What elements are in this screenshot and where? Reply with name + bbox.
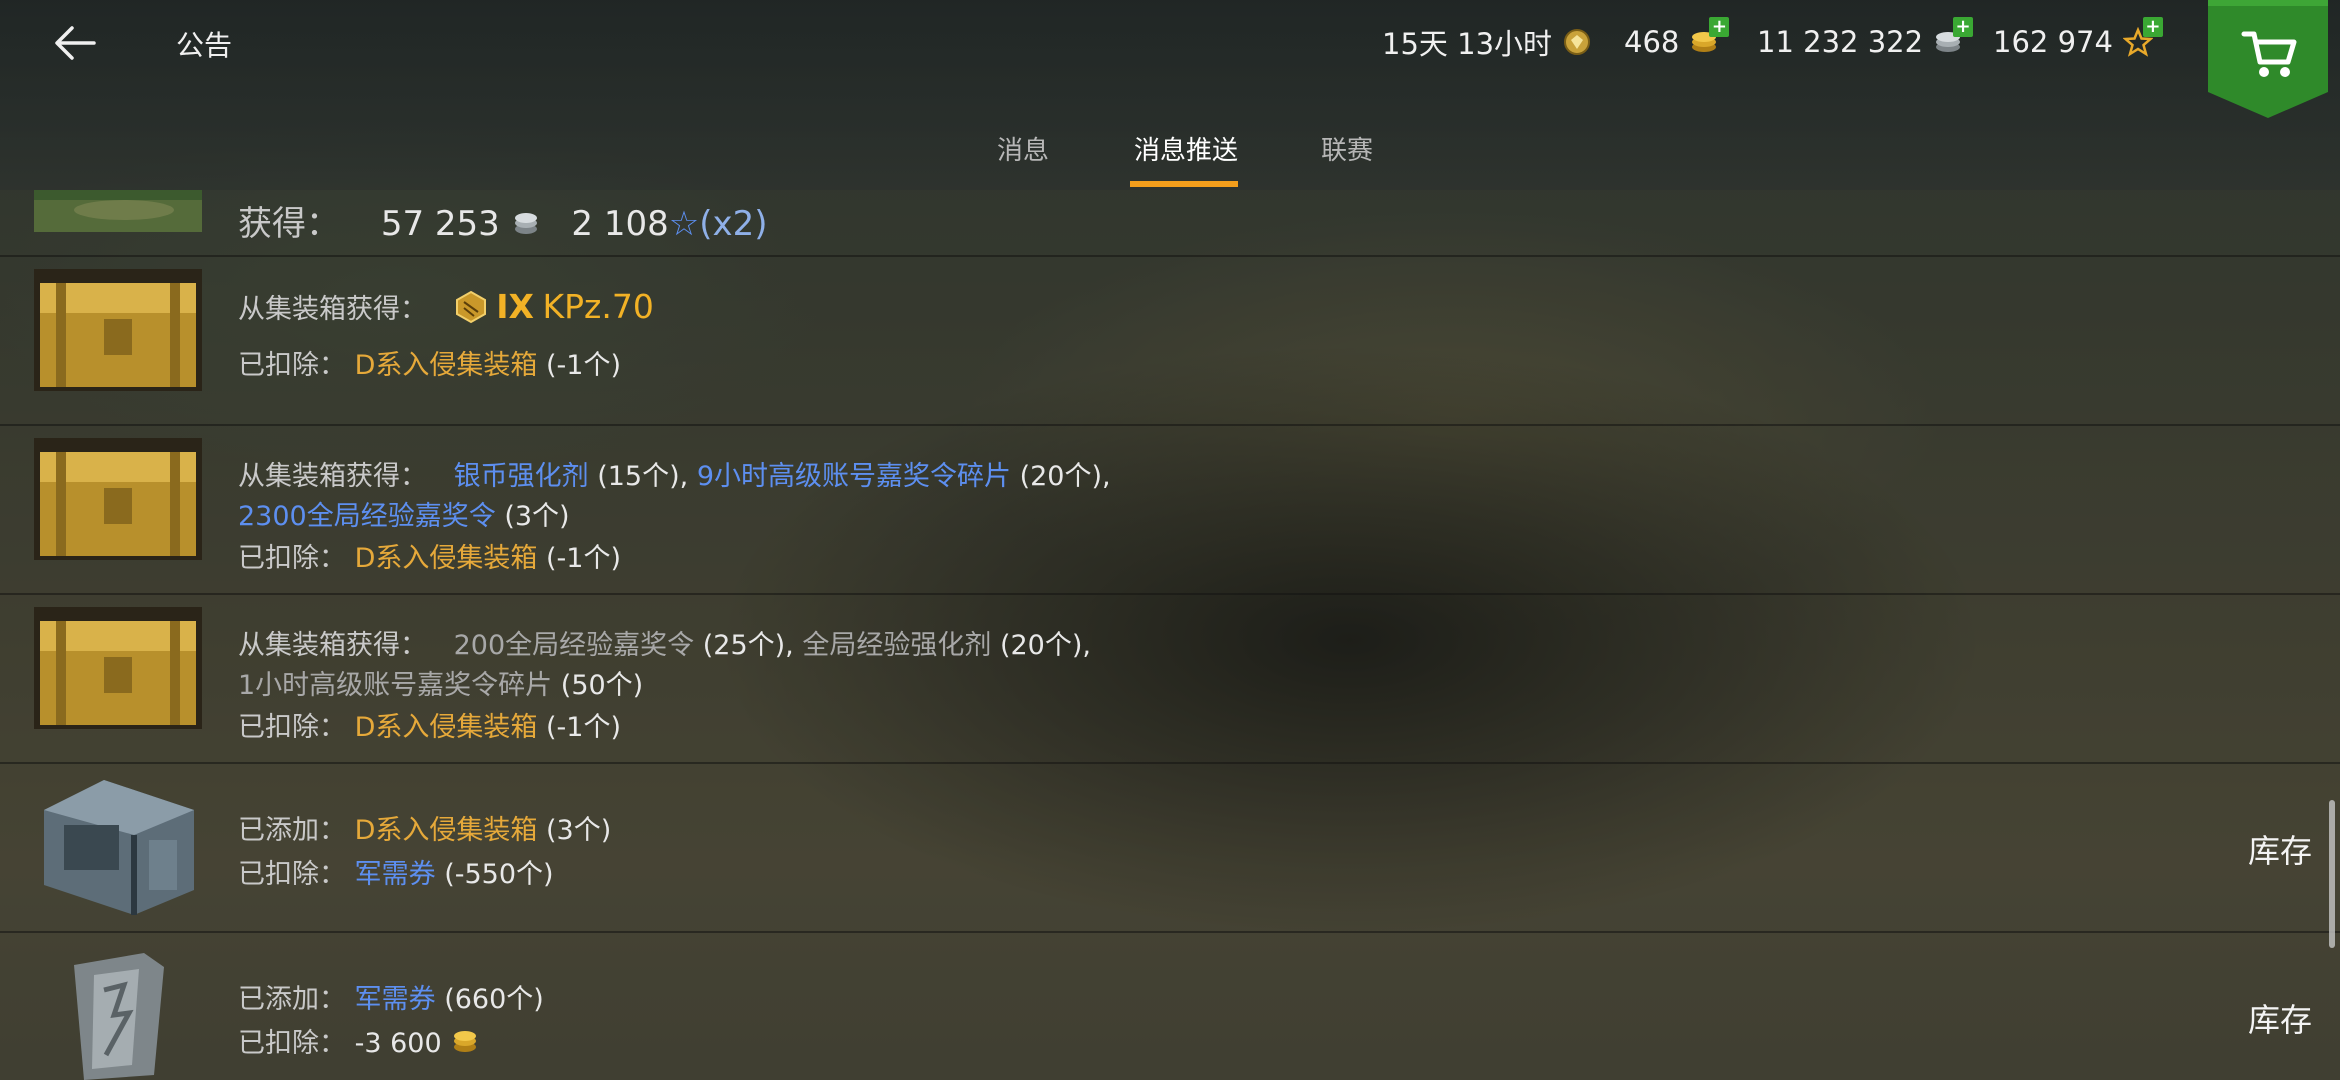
reward-item[interactable]: 1小时高级账号嘉奖令碎片 bbox=[238, 670, 552, 701]
deducted-value: -3 600 bbox=[354, 1028, 442, 1059]
add-gold-icon[interactable]: + bbox=[1709, 17, 1730, 37]
back-arrow-icon[interactable] bbox=[50, 18, 100, 68]
gold-coin-icon bbox=[454, 1031, 477, 1052]
reward-item[interactable]: 全局经验强化剂 bbox=[802, 630, 991, 661]
added-item[interactable]: 军需券 bbox=[355, 984, 436, 1015]
list-item: 从集装箱获得： IX KPz.70 已扣除： D系入侵集装箱 (-1个) bbox=[0, 257, 2340, 426]
list-item: 从集装箱获得： 银币强化剂 (15个), 9小时高级账号嘉奖令碎片 (20个),… bbox=[0, 426, 2340, 595]
obtained-from-container-label: 从集装箱获得： bbox=[238, 461, 427, 492]
add-silver-icon[interactable]: + bbox=[1953, 17, 1974, 37]
silver-coin-icon: + bbox=[1933, 17, 1974, 57]
deducted-item[interactable]: D系入侵集装箱 bbox=[355, 712, 538, 743]
deducted-qty: (-1个) bbox=[545, 543, 621, 574]
deducted-qty: (-1个) bbox=[545, 712, 621, 743]
reward-qty: (20个) bbox=[999, 630, 1083, 661]
added-label: 已添加： bbox=[238, 815, 346, 846]
deducted-qty: (-1个) bbox=[545, 350, 621, 381]
inventory-button[interactable]: 库存 bbox=[2248, 826, 2312, 872]
deducted-item[interactable]: D系入侵集装箱 bbox=[355, 543, 538, 574]
container-icon bbox=[34, 438, 202, 560]
notification-list[interactable]: 获得： 57 253 2 108☆(x2) 从集装箱获得： IX KPz.70 … bbox=[0, 190, 2340, 1080]
deducted-label: 已扣除： bbox=[238, 543, 346, 574]
list-item: 已添加： 军需券 (660个) 已扣除： -3 600 库存 bbox=[0, 933, 2340, 1080]
free-xp-star-icon: + bbox=[2122, 17, 2163, 57]
active-tab-indicator bbox=[1130, 181, 1238, 187]
deducted-label: 已扣除： bbox=[238, 1028, 346, 1059]
page-title: 公告 bbox=[176, 29, 233, 62]
tab-messages[interactable]: 消息 bbox=[997, 130, 1049, 167]
earned-xp: 2 108 bbox=[571, 204, 669, 244]
tier-emblem-icon bbox=[455, 290, 486, 324]
reward-qty: (50个) bbox=[560, 670, 644, 701]
earned-silver: 57 253 bbox=[380, 204, 500, 244]
separator: , bbox=[1082, 630, 1091, 661]
earned-label: 获得： bbox=[238, 204, 340, 244]
obtained-from-container-label: 从集装箱获得： bbox=[238, 294, 427, 325]
inventory-button[interactable]: 库存 bbox=[2248, 995, 2312, 1041]
xp-multiplier: (x2) bbox=[699, 204, 768, 244]
tank-tier: IX bbox=[496, 287, 534, 326]
list-item: 已添加： D系入侵集装箱 (3个) 已扣除： 军需券 (-550个) 库存 bbox=[0, 764, 2340, 933]
separator: , bbox=[679, 461, 689, 492]
deducted-label: 已扣除： bbox=[238, 712, 346, 743]
container-icon bbox=[34, 607, 202, 729]
reward-item[interactable]: 2300全局经验嘉奖令 bbox=[238, 501, 496, 532]
deducted-label: 已扣除： bbox=[238, 350, 346, 381]
gold-value: 468 bbox=[1624, 25, 1680, 59]
reward-qty: (25个) bbox=[702, 630, 786, 661]
add-free-xp-icon[interactable]: + bbox=[2142, 17, 2163, 37]
tab-bar: 消息 消息推送 联赛 bbox=[0, 130, 2340, 190]
reward-qty: (3个) bbox=[504, 501, 570, 532]
list-item: 从集装箱获得： 200全局经验嘉奖令 (25个), 全局经验强化剂 (20个),… bbox=[0, 595, 2340, 764]
reward-item[interactable]: 银币强化剂 bbox=[454, 461, 589, 492]
battle-result-image bbox=[34, 190, 202, 232]
gold-display[interactable]: 468 + bbox=[1624, 17, 1730, 62]
added-qty: (3个) bbox=[545, 815, 612, 846]
deducted-item[interactable]: 军需券 bbox=[355, 859, 436, 890]
free-xp-display[interactable]: 162 974 + bbox=[1993, 17, 2163, 62]
xp-star-icon: ☆ bbox=[668, 204, 700, 244]
added-qty: (660个) bbox=[444, 984, 544, 1015]
free-xp-value: 162 974 bbox=[1993, 25, 2113, 59]
tab-message-push[interactable]: 消息推送 bbox=[1134, 130, 1238, 167]
ticket-icon bbox=[74, 953, 164, 1080]
silver-coin-icon bbox=[514, 213, 537, 234]
separator: , bbox=[1102, 461, 1111, 492]
top-bar: 公告 15天 13小时 468 + 11 232 322 + 162 974 + bbox=[0, 0, 2340, 190]
deducted-label: 已扣除： bbox=[238, 859, 346, 890]
deducted-qty: (-550个) bbox=[444, 859, 554, 890]
tab-league[interactable]: 联赛 bbox=[1321, 130, 1373, 167]
reward-qty: (20个) bbox=[1019, 461, 1103, 492]
reward-qty: (15个) bbox=[597, 461, 680, 492]
scrollbar[interactable] bbox=[2329, 800, 2335, 948]
added-label: 已添加： bbox=[238, 984, 346, 1015]
premium-time-value: 15天 13小时 bbox=[1382, 27, 1553, 61]
premium-badge-icon bbox=[1564, 29, 1591, 55]
separator: , bbox=[785, 630, 794, 661]
reward-item[interactable]: 200全局经验嘉奖令 bbox=[454, 630, 695, 661]
obtained-from-container-label: 从集装箱获得： bbox=[238, 630, 427, 661]
container-icon bbox=[44, 780, 194, 915]
tank-name[interactable]: KPz.70 bbox=[543, 287, 654, 326]
list-item: 获得： 57 253 2 108☆(x2) bbox=[0, 190, 2340, 257]
shopping-cart-icon[interactable] bbox=[2208, 0, 2328, 118]
silver-display[interactable]: 11 232 322 + bbox=[1757, 17, 1974, 62]
reward-item[interactable]: 9小时高级账号嘉奖令碎片 bbox=[697, 461, 1011, 492]
added-item[interactable]: D系入侵集装箱 bbox=[355, 815, 538, 846]
container-icon bbox=[34, 269, 202, 391]
silver-value: 11 232 322 bbox=[1757, 25, 1924, 59]
premium-time-display[interactable]: 15天 13小时 bbox=[1382, 22, 1592, 62]
deducted-item[interactable]: D系入侵集装箱 bbox=[355, 350, 538, 381]
gold-coin-icon: + bbox=[1689, 17, 1730, 57]
